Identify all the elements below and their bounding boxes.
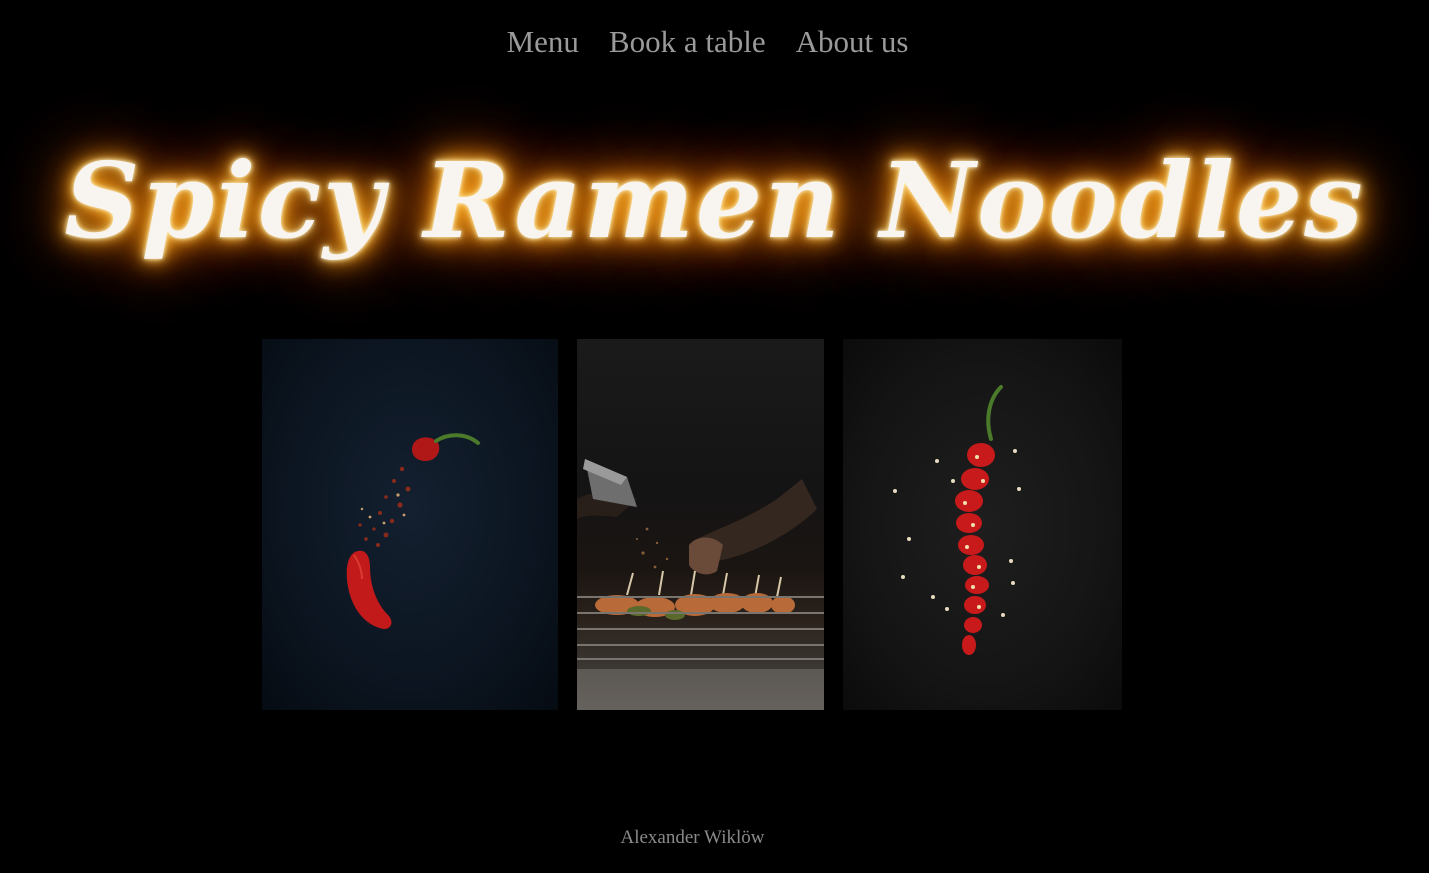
footer-author: Alexander Wiklöw xyxy=(620,827,765,848)
nav-link-book-a-table[interactable]: Book a table xyxy=(609,22,766,66)
footer: Alexander Wiklöw xyxy=(0,826,1429,850)
main-nav: Menu Book a table About us xyxy=(0,22,1429,66)
gallery-image-sliced-chili xyxy=(843,339,1122,710)
gallery-image-grill-chef xyxy=(577,339,824,710)
image-gallery xyxy=(0,339,1429,710)
nav-link-menu[interactable]: Menu xyxy=(507,22,579,66)
chili-pepper-illustration xyxy=(346,433,480,629)
sliced-chili-illustration xyxy=(893,385,1021,655)
grill-chef-illustration xyxy=(577,459,824,710)
nav-link-about-us[interactable]: About us xyxy=(796,22,909,66)
hero-title: Spicy Ramen Noodles xyxy=(64,138,1365,262)
hero: Spicy Ramen Noodles xyxy=(0,100,1429,300)
gallery-image-chili-pepper xyxy=(262,339,558,710)
